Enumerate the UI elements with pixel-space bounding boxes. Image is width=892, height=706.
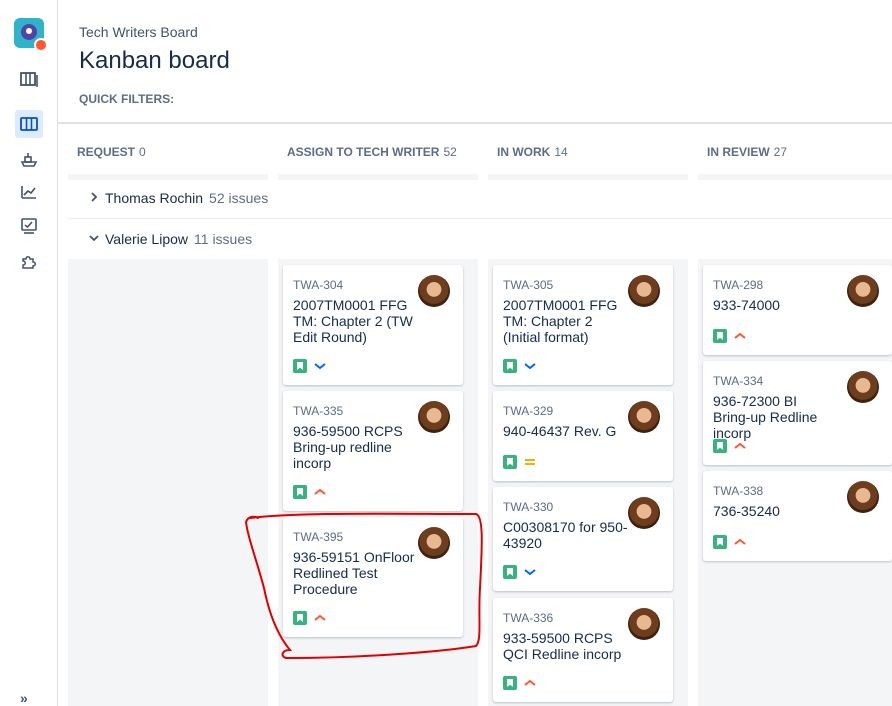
swimlane-issue-count: 52 issues: [209, 190, 269, 206]
issues-icon[interactable]: [15, 212, 43, 240]
column-title: IN WORK: [497, 145, 551, 159]
assignee-avatar: [418, 401, 450, 433]
priority-high-icon: [524, 679, 536, 686]
story-icon: [503, 565, 517, 579]
column-strip-in-review: [698, 174, 892, 180]
reports-icon[interactable]: [15, 178, 43, 206]
releases-icon[interactable]: [15, 145, 43, 173]
issue-card[interactable]: TWA-334 936-72300 BI Bring-up Redline in…: [703, 361, 892, 465]
issue-card[interactable]: TWA-329 940-46437 Rev. G: [493, 391, 673, 481]
swimlane-name: Thomas Rochin: [105, 190, 204, 206]
priority-high-icon: [314, 614, 326, 621]
assignee-avatar: [628, 401, 660, 433]
chevron-down-icon[interactable]: [89, 232, 101, 246]
story-icon: [293, 485, 307, 499]
column-strip-request: [68, 174, 268, 180]
story-icon: [713, 329, 727, 343]
assignee-avatar: [847, 275, 879, 307]
issue-card[interactable]: TWA-335 936-59500 RCPS Bring-up redline …: [283, 391, 463, 511]
assignee-avatar: [847, 371, 879, 403]
priority-high-icon: [734, 332, 746, 339]
quick-filters-label: QUICK FILTERS:: [79, 92, 175, 106]
issue-summary: 933-59500 RCPS QCI Redline incorp: [503, 630, 622, 662]
column-title: REQUEST: [77, 145, 136, 159]
story-icon: [293, 359, 307, 373]
swimlane-valerie-lipow[interactable]: Valerie Lipow 11 issues: [89, 231, 252, 247]
swimlane-name: Valerie Lipow: [105, 231, 189, 247]
column-strip-assign: [278, 174, 478, 180]
swimlane-issue-count: 11 issues: [194, 231, 253, 247]
issue-summary: 736-35240: [713, 503, 780, 519]
column-count: 14: [554, 145, 568, 159]
column-count: 0: [139, 145, 146, 159]
issue-summary: 936-59151 OnFloor Redlined Test Procedur…: [293, 549, 415, 597]
assignee-avatar: [628, 608, 660, 640]
story-icon: [503, 455, 517, 469]
column-header-request: REQUEST 0: [77, 145, 146, 159]
issue-card[interactable]: TWA-336 933-59500 RCPS QCI Redline incor…: [493, 598, 673, 702]
page-title: Kanban board: [79, 47, 230, 74]
issue-summary: C00308170 for 950-43920: [503, 519, 628, 551]
issue-summary: 2007TM0001 FFG TM: Chapter 2 (TW Edit Ro…: [293, 297, 413, 345]
assignee-avatar: [418, 527, 450, 559]
backlog-icon[interactable]: [15, 65, 43, 93]
story-icon: [713, 439, 727, 453]
breadcrumb-board-name[interactable]: Tech Writers Board: [79, 24, 198, 40]
project-avatar[interactable]: [14, 18, 48, 52]
column-strip-in-work: [488, 174, 688, 180]
priority-high-icon: [314, 488, 326, 495]
column-header-in-review: IN REVIEW 27: [707, 145, 787, 159]
column-header-in-work: IN WORK 14: [497, 145, 568, 159]
chevron-right-icon[interactable]: [89, 191, 101, 205]
swimlane-thomas-rochin[interactable]: Thomas Rochin 52 issues: [89, 190, 268, 206]
board-icon[interactable]: [15, 110, 43, 138]
column-request: [68, 259, 268, 706]
column-title: IN REVIEW: [707, 145, 770, 159]
column-count: 52: [443, 145, 457, 159]
divider: [68, 218, 892, 219]
issue-summary: 940-46437 Rev. G: [503, 423, 617, 439]
assignee-avatar: [847, 481, 879, 513]
issue-card[interactable]: TWA-298 933-74000: [703, 265, 892, 355]
assignee-avatar: [418, 275, 450, 307]
assignee-avatar: [628, 275, 660, 307]
priority-low-icon: [524, 363, 536, 370]
issue-card[interactable]: TWA-330 C00308170 for 950-43920: [493, 487, 673, 591]
column-count: 27: [773, 145, 788, 159]
priority-low-icon: [524, 569, 536, 576]
assignee-avatar: [628, 497, 660, 529]
column-title: ASSIGN TO TECH WRITER: [287, 145, 440, 159]
priority-high-icon: [734, 442, 746, 449]
issue-summary: 933-74000: [713, 297, 780, 313]
expand-sidebar-icon[interactable]: »: [20, 690, 28, 706]
issue-card[interactable]: TWA-305 2007TM0001 FFG TM: Chapter 2 (In…: [493, 265, 673, 385]
sidebar: »: [0, 0, 58, 706]
priority-low-icon: [314, 363, 326, 370]
add-ons-icon[interactable]: [15, 247, 43, 275]
divider: [58, 122, 892, 124]
story-icon: [713, 535, 727, 549]
issue-card[interactable]: TWA-338 736-35240: [703, 471, 892, 561]
story-icon: [503, 676, 517, 690]
priority-high-icon: [734, 538, 746, 545]
column-header-assign: ASSIGN TO TECH WRITER 52: [287, 145, 457, 159]
story-icon: [503, 359, 517, 373]
issue-summary: 936-59500 RCPS Bring-up redline incorp: [293, 423, 403, 471]
priority-medium-icon: [525, 459, 535, 465]
issue-summary: 936-72300 BI Bring-up Redline incorp: [713, 393, 818, 441]
story-icon: [293, 611, 307, 625]
issue-summary: 2007TM0001 FFG TM: Chapter 2 (Initial fo…: [503, 297, 618, 345]
issue-card[interactable]: TWA-395 936-59151 OnFloor Redlined Test …: [283, 517, 463, 637]
issue-card[interactable]: TWA-304 2007TM0001 FFG TM: Chapter 2 (TW…: [283, 265, 463, 385]
